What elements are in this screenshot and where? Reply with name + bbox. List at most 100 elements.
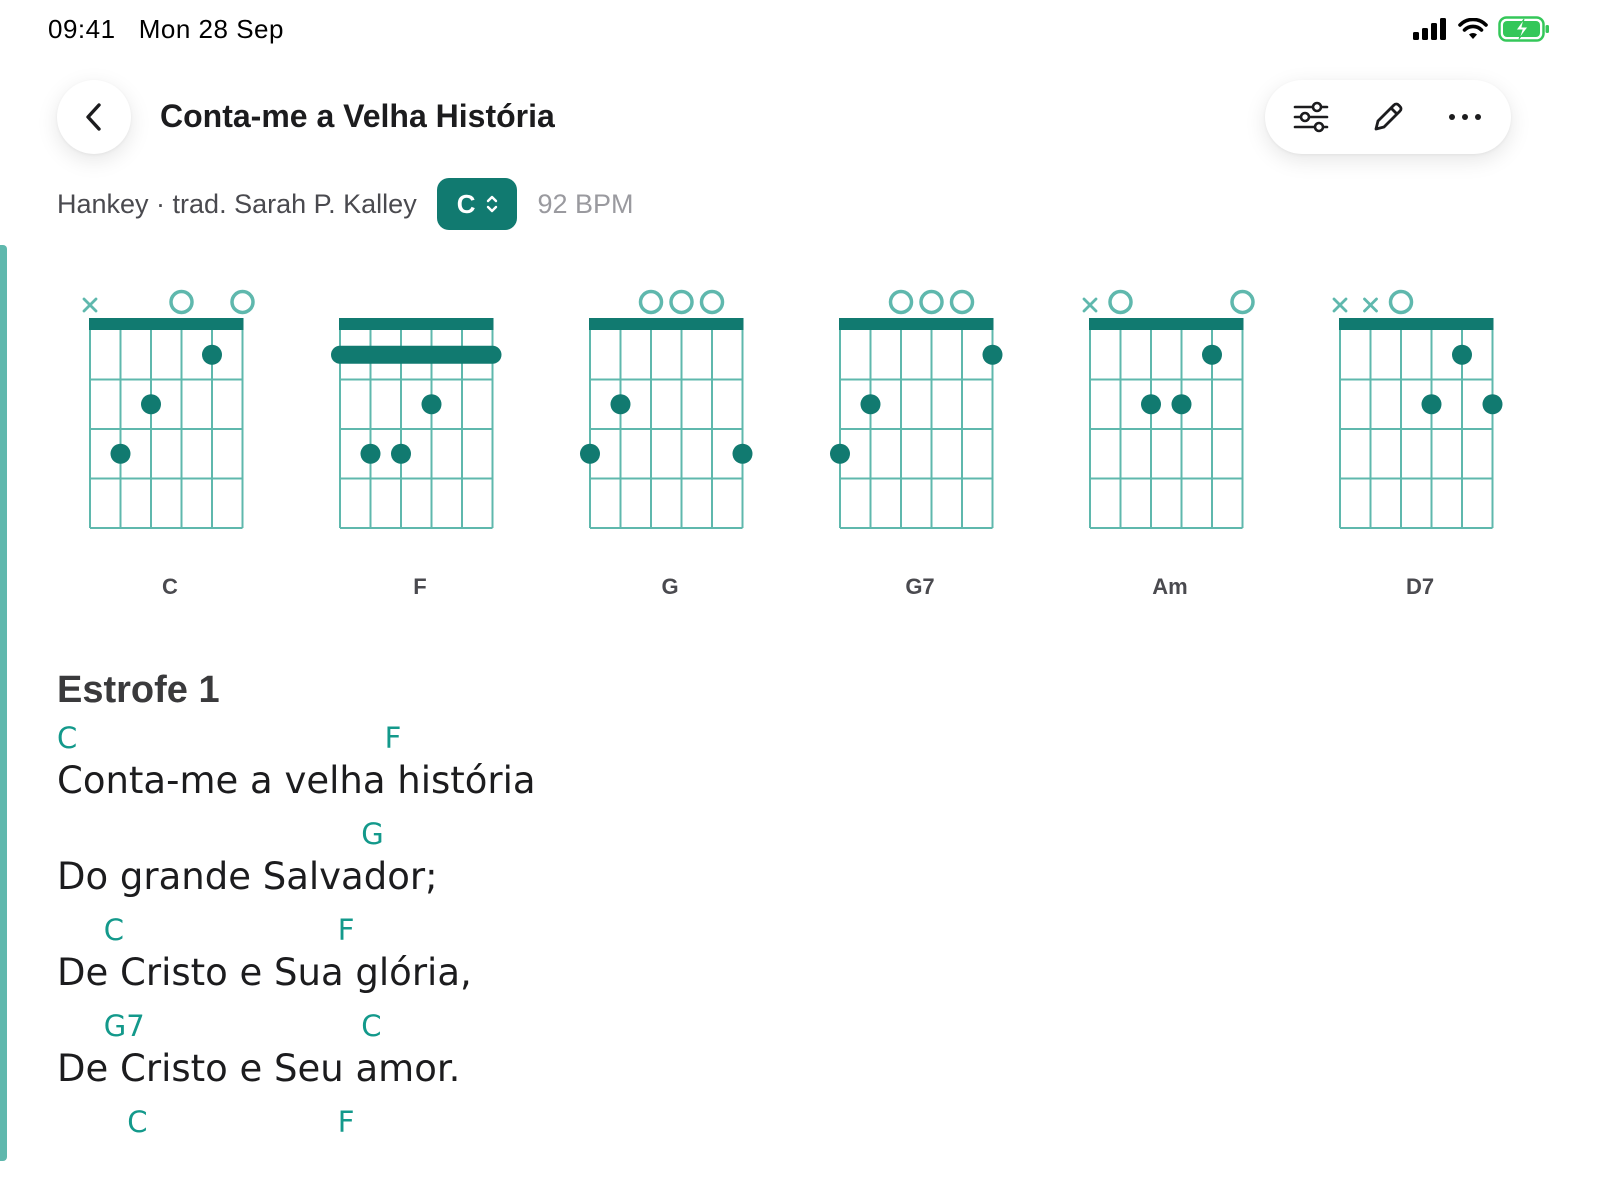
status-icons [1412,16,1550,42]
key-selector[interactable]: C [436,178,518,230]
cellular-signal-icon [1413,18,1446,40]
chord-line: G [57,811,1537,851]
open-string-marker [1230,289,1255,315]
inline-chord[interactable]: F [338,1105,355,1139]
nut [589,318,744,330]
toolbar [1265,80,1511,154]
chord-diagram-f[interactable]: F [310,270,550,610]
song-authors: Hankey · trad. Sarah P. Kalley [57,188,417,219]
time-label: 09:41 [48,14,116,44]
finger-dot [202,344,222,365]
inline-chord[interactable]: F [385,721,402,755]
finger-dot [110,443,131,464]
wifi-icon [1458,18,1488,39]
tempo-bpm: 92 BPM [537,188,634,219]
nut [89,318,244,330]
lyric-text: Do grande Salvador; [57,855,438,898]
chord-name: Am [1152,574,1188,599]
chevron-up-down-icon [487,195,498,213]
finger-dot [860,394,881,415]
scroll-accent-bar [0,245,7,1161]
section-title: Estrofe 1 [57,669,220,711]
settings-button[interactable] [1283,89,1339,145]
chord-diagram-g[interactable]: G [560,270,800,610]
chord-name: D7 [1405,574,1435,599]
chevron-left-icon [86,103,101,131]
nut [839,318,994,330]
open-string-marker [669,289,694,315]
chord-line: CF [57,907,1537,947]
open-string-marker [638,289,664,315]
open-string-marker [888,289,914,315]
muted-string-marker [1363,297,1378,313]
open-string-marker [169,289,194,315]
lyric-text: De Cristo e Seu amor. [57,1047,461,1090]
finger-dot [732,443,753,464]
inline-chord[interactable]: C [361,1009,381,1043]
finger-dot [360,443,381,464]
finger-dot [1421,394,1442,415]
open-string-marker [230,289,255,315]
chord-diagrams: C F G G7 Am D7 [60,270,1560,610]
chord-line: CF [57,1099,1537,1139]
chord-diagram-c[interactable]: C [60,270,300,610]
chord-line: G7 C [57,1003,1537,1043]
chord-name: G7 [905,574,935,599]
fretboard-grid [1082,289,1255,529]
open-string-marker [699,289,725,315]
fretboard-grid [830,289,1003,529]
lyric-lines: C F Conta-me a velha história G Do grande Sa… [57,715,1537,1195]
open-string-marker [1108,289,1133,315]
more-button[interactable] [1437,89,1493,145]
lyric-line: G Do grande Salvador; [57,811,1537,907]
sliders-icon [1294,101,1329,133]
chord-diagram-g7[interactable]: G7 [810,270,1050,610]
finger-dot [580,443,600,464]
back-button[interactable] [57,80,131,154]
inline-chord[interactable]: G [361,817,383,851]
nut [339,318,494,330]
nut [1089,318,1244,330]
fretboard-grid [580,289,753,529]
inline-chord[interactable]: C [57,721,77,755]
finger-dot [141,394,161,415]
muted-string-marker [82,297,98,313]
nut [1339,318,1494,330]
lyrics-section: Estrofe 1 C F Conta-me a velha história G Do… [57,665,1537,1195]
inline-chord[interactable]: G7 [104,1009,145,1043]
muted-string-marker [1332,297,1348,313]
lyric-line: C F De Cristo e Sua glória, [57,907,1537,1003]
finger-dot [610,394,631,415]
finger-dot [1452,344,1472,365]
lyric-line: CF [57,1099,1537,1195]
finger-dot [391,443,411,464]
key-label: C [456,188,476,219]
inline-chord[interactable]: C [104,913,124,947]
chord-line: CF [57,715,1537,755]
chord-name: G [661,574,679,599]
inline-chord[interactable]: F [338,913,355,947]
date-label: Mon 28 Sep [138,14,284,44]
chord-diagram-am[interactable]: Am [1060,270,1300,610]
inline-chord[interactable]: C [127,1105,147,1139]
fretboard-grid [331,318,502,529]
fretboard-grid [82,289,255,529]
battery-charging-icon [1498,16,1549,42]
status-time: 09:41 Mon 28 Sep [48,14,284,45]
finger-dot [421,394,442,415]
open-string-marker [919,289,944,315]
finger-dot [1171,394,1192,415]
chord-name: F [413,574,427,599]
fretboard-grid [1332,289,1503,529]
finger-dot [982,344,1003,365]
chord-diagram-d7[interactable]: D7 [1310,270,1550,610]
song-title: Conta-me a Velha História [160,98,555,134]
lyric-line: G7 C De Cristo e Seu amor. [57,1003,1537,1099]
status-bar: 09:41 Mon 28 Sep [0,0,1600,60]
finger-dot [830,443,850,464]
edit-button[interactable] [1360,89,1416,145]
pencil-icon [1374,102,1403,131]
barre [331,345,502,364]
finger-dot [1202,344,1222,365]
lyric-text: De Cristo e Sua glória, [57,951,472,994]
